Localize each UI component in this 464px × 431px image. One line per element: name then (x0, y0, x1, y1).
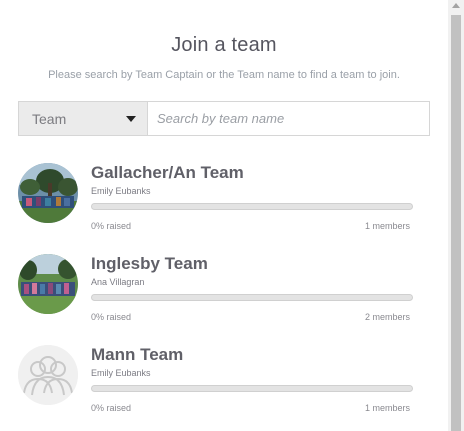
team-name[interactable]: Mann Team (91, 345, 183, 365)
team-avatar (18, 254, 78, 314)
members-count: 1 members (364, 403, 410, 413)
page-subtitle: Please search by Team Captain or the Tea… (48, 69, 400, 81)
page-title: Join a team (171, 34, 277, 56)
members-count: 2 members (364, 312, 410, 322)
progress-bar (91, 385, 413, 392)
raised-label: 0% raised (91, 221, 132, 231)
team-captain: Ana Villagran (91, 277, 145, 287)
team-name[interactable]: Inglesby Team (91, 254, 208, 274)
raised-label: 0% raised (91, 403, 132, 413)
search-filter-select[interactable]: Team (19, 102, 148, 135)
scrollbar-thumb[interactable] (451, 15, 461, 431)
team-item[interactable]: Mann Team Emily Eubanks 0% raised 1 memb… (18, 345, 418, 415)
team-name[interactable]: Gallacher/An Team (91, 163, 244, 183)
team-item[interactable]: Gallacher/An Team Emily Eubanks 0% raise… (18, 163, 418, 233)
search-input[interactable] (148, 102, 429, 135)
team-captain: Emily Eubanks (91, 186, 151, 196)
team-avatar (18, 345, 78, 405)
progress-bar (91, 294, 413, 301)
team-captain: Emily Eubanks (91, 368, 151, 378)
team-avatar (18, 163, 78, 223)
search-bar: Team (18, 101, 430, 136)
raised-label: 0% raised (91, 312, 132, 322)
scroll-up-arrow-icon[interactable] (452, 3, 460, 8)
search-filter-value: Team (32, 110, 67, 127)
vertical-scrollbar[interactable] (448, 0, 464, 431)
caret-down-icon (126, 116, 136, 122)
progress-bar (91, 203, 413, 210)
team-item[interactable]: Inglesby Team Ana Villagran 0% raised 2 … (18, 254, 418, 324)
join-team-panel: Join a team Please search by Team Captai… (0, 0, 448, 431)
members-count: 1 members (364, 221, 410, 231)
group-placeholder-icon (18, 345, 78, 405)
